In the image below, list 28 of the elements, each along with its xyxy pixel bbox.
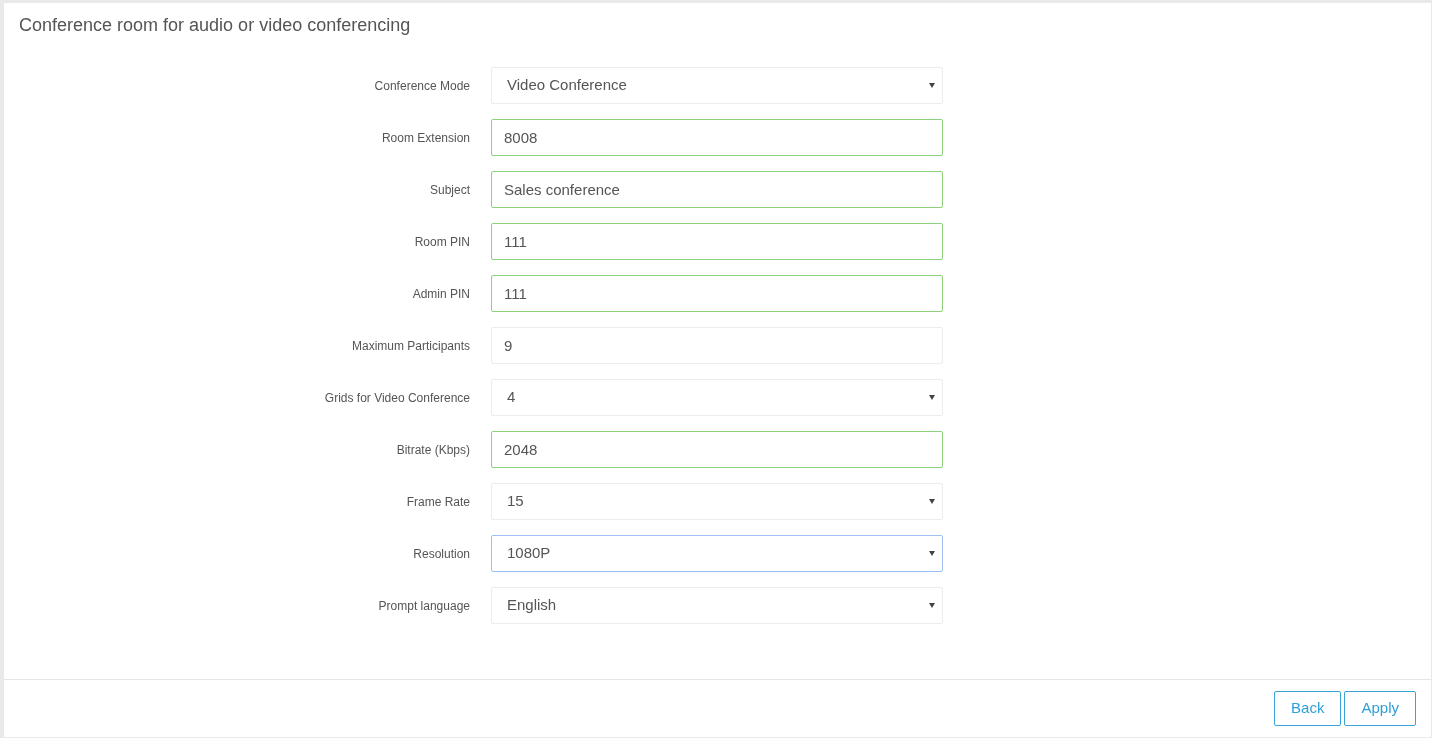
caret-icon	[929, 551, 935, 556]
input-field[interactable]: 8008	[491, 119, 943, 156]
field-label: Room PIN	[414, 233, 470, 251]
page-title: Conference room for audio or video conferencing	[19, 14, 412, 36]
caret-icon	[929, 395, 935, 400]
caret-icon	[929, 83, 935, 88]
field-label: Room Extension	[381, 129, 470, 147]
field-label: Conference Mode	[374, 77, 470, 95]
input-field[interactable]: 111	[491, 275, 943, 312]
field-label: Resolution	[413, 545, 470, 563]
field-label: Prompt language	[378, 597, 470, 615]
field-label: Frame Rate	[406, 493, 470, 511]
input-field[interactable]: 9	[491, 327, 943, 364]
input-field[interactable]: Sales conference	[491, 171, 943, 208]
field-label: Grids for Video Conference	[324, 389, 470, 407]
field-label: Bitrate (Kbps)	[396, 441, 470, 459]
dropdown-field[interactable]: Video Conference	[491, 67, 943, 104]
dropdown-field[interactable]: 4	[491, 379, 943, 416]
field-label: Admin PIN	[412, 285, 470, 303]
dropdown-field[interactable]: English	[491, 587, 943, 624]
field-label: Subject	[429, 181, 470, 199]
dropdown-field[interactable]: 15	[491, 483, 943, 520]
caret-icon	[929, 499, 935, 504]
input-field[interactable]: 2048	[491, 431, 943, 468]
input-field[interactable]: 111	[491, 223, 943, 260]
dropdown-field[interactable]: 1080P	[491, 535, 943, 572]
field-label: Maximum Participants	[351, 337, 470, 355]
caret-icon	[929, 603, 935, 608]
